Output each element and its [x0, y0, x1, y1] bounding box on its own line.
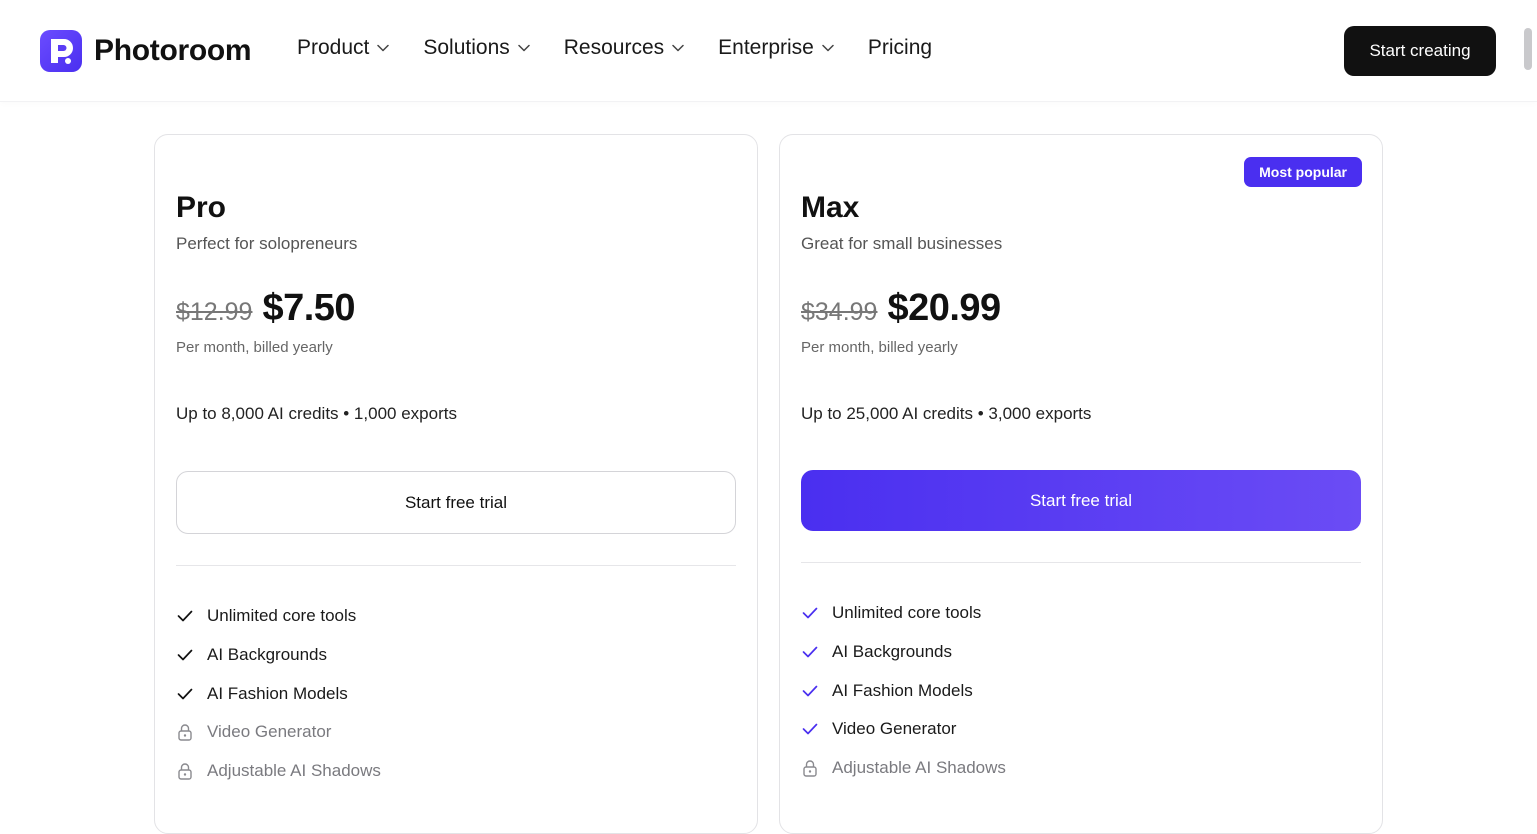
plan-subtitle: Perfect for solopreneurs	[176, 234, 358, 253]
chevron-down-icon	[822, 44, 834, 52]
feature-label: Video Generator	[207, 722, 332, 742]
billing-note: Per month, billed yearly	[176, 339, 333, 356]
brand-name: Photoroom	[94, 34, 252, 67]
plan-card-max: Most popular Max Great for small busines…	[779, 134, 1383, 834]
site-header: Photoroom Product Solutions Resources En…	[0, 0, 1537, 102]
divider	[801, 562, 1361, 563]
feature-label: AI Backgrounds	[207, 645, 328, 665]
feature-label: Video Generator	[832, 719, 957, 739]
check-icon	[801, 604, 819, 622]
chevron-down-icon	[518, 44, 530, 52]
feature-label: Adjustable AI Shadows	[832, 758, 1006, 778]
lock-icon	[176, 723, 194, 741]
start-free-trial-button[interactable]: Start free trial	[801, 470, 1361, 531]
list-item: Adjustable AI Shadows	[801, 749, 1006, 788]
nav-item-solutions[interactable]: Solutions	[423, 36, 530, 60]
feature-label: Unlimited core tools	[832, 603, 982, 623]
plan-name: Pro	[176, 191, 227, 224]
divider	[176, 565, 736, 566]
check-icon	[176, 646, 194, 664]
list-item: Adjustable AI Shadows	[176, 752, 381, 791]
nav-item-product[interactable]: Product	[297, 36, 390, 60]
nav-item-resources[interactable]: Resources	[564, 36, 684, 60]
check-icon	[801, 720, 819, 738]
nav-item-label: Resources	[563, 36, 665, 59]
original-price: $12.99	[176, 298, 253, 326]
page-scrollbar[interactable]	[1524, 28, 1532, 70]
list-item: Unlimited core tools	[801, 594, 1006, 633]
plan-card-pro: Pro Perfect for solopreneurs $12.99 $7.5…	[154, 134, 758, 834]
list-item: Video Generator	[801, 710, 1006, 749]
brand-logo[interactable]: Photoroom	[40, 30, 252, 72]
price-row: $12.99 $7.50	[176, 287, 356, 330]
nav-item-label: Product	[297, 36, 370, 59]
list-item: Unlimited core tools	[176, 597, 381, 636]
check-icon	[801, 682, 819, 700]
list-item: AI Fashion Models	[176, 674, 381, 713]
photoroom-logo-icon	[40, 30, 82, 72]
price-row: $34.99 $20.99	[801, 287, 1001, 330]
most-popular-badge: Most popular	[1244, 157, 1362, 187]
plan-name: Max	[801, 191, 860, 224]
lock-icon	[801, 759, 819, 777]
nav-item-label: Pricing	[867, 36, 933, 59]
chevron-down-icon	[672, 44, 684, 52]
credits-summary: Up to 25,000 AI credits • 3,000 exports	[801, 404, 1092, 423]
nav-item-enterprise[interactable]: Enterprise	[718, 36, 834, 60]
feature-list: Unlimited core tools AI Backgrounds AI F…	[801, 594, 1006, 787]
feature-label: Adjustable AI Shadows	[207, 761, 381, 781]
feature-label: AI Backgrounds	[832, 642, 953, 662]
start-creating-button[interactable]: Start creating	[1344, 26, 1496, 76]
list-item: AI Backgrounds	[801, 633, 1006, 672]
nav-item-label: Solutions	[423, 36, 510, 59]
feature-list: Unlimited core tools AI Backgrounds AI F…	[176, 597, 381, 790]
feature-label: Unlimited core tools	[207, 606, 357, 626]
plan-subtitle: Great for small businesses	[801, 234, 1003, 253]
main-nav: Product Solutions Resources Enterprise P…	[297, 36, 966, 60]
feature-label: AI Fashion Models	[207, 683, 348, 703]
start-free-trial-button[interactable]: Start free trial	[176, 471, 736, 534]
check-icon	[176, 607, 194, 625]
list-item: Video Generator	[176, 713, 381, 752]
billing-note: Per month, billed yearly	[801, 339, 958, 356]
list-item: AI Fashion Models	[801, 671, 1006, 710]
original-price: $34.99	[801, 298, 878, 326]
discounted-price: $20.99	[887, 287, 1001, 329]
discounted-price: $7.50	[262, 287, 356, 329]
check-icon	[801, 643, 819, 661]
feature-label: AI Fashion Models	[832, 680, 973, 700]
credits-summary: Up to 8,000 AI credits • 1,000 exports	[176, 404, 457, 423]
chevron-down-icon	[377, 44, 390, 52]
list-item: AI Backgrounds	[176, 636, 381, 675]
nav-item-pricing[interactable]: Pricing	[868, 36, 932, 60]
lock-icon	[176, 762, 194, 780]
check-icon	[176, 685, 194, 703]
nav-item-label: Enterprise	[718, 36, 814, 59]
